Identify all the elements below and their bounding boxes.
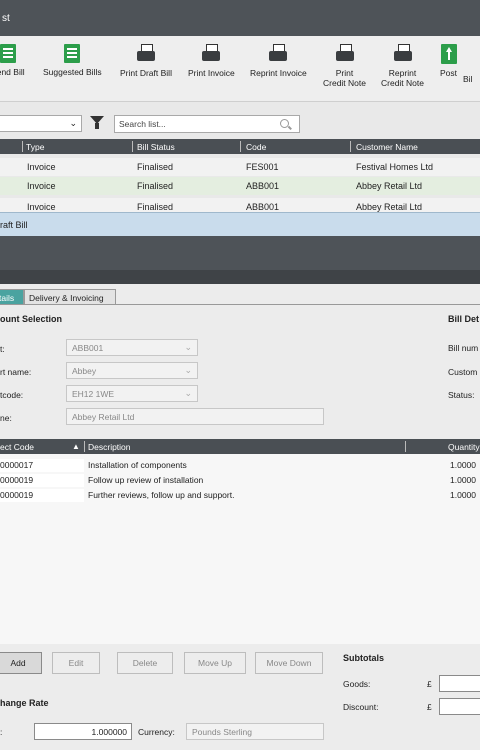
column-quantity[interactable]: Quantity xyxy=(448,442,480,452)
customer-name-field[interactable]: Abbey Retail Ltd xyxy=(66,408,324,425)
table-row[interactable]: Invoice Finalised ABB001 Abbey Retail Lt… xyxy=(0,198,480,212)
bill-details-title: Bill Det xyxy=(448,314,480,324)
bill-list-window: st nend Bill Suggested Bills Print Draft… xyxy=(0,0,480,212)
move-up-button[interactable]: Move Up xyxy=(184,652,246,674)
printer-icon xyxy=(335,44,355,64)
amend-bill-icon xyxy=(0,44,17,63)
edit-button[interactable]: Edit xyxy=(52,652,100,674)
filter-bar: ⌄ Search list... xyxy=(0,108,480,136)
amend-bill-button[interactable]: nend Bill xyxy=(0,44,25,77)
short-name-combo[interactable]: Abbey ⌄ xyxy=(66,362,198,379)
print-credit-note-button[interactable]: Print Credit Note xyxy=(323,44,366,88)
customer-label: Custom xyxy=(448,367,478,377)
chevron-down-icon: ⌄ xyxy=(69,118,77,128)
rate-label: : xyxy=(0,727,3,737)
discount-label: Discount: xyxy=(343,702,379,712)
move-down-button[interactable]: Move Down xyxy=(255,652,323,674)
add-button[interactable]: Add xyxy=(0,652,42,674)
post-icon xyxy=(440,44,457,64)
print-draft-bill-button[interactable]: Print Draft Bill xyxy=(120,44,172,78)
currency-label: Currency: xyxy=(138,727,175,737)
column-description[interactable]: Description xyxy=(88,442,131,452)
list-header: Type Bill Status Code Customer Name xyxy=(0,139,480,154)
reprint-credit-note-button[interactable]: Reprint Credit Note xyxy=(381,44,424,88)
account-selection-title: ount Selection xyxy=(0,314,63,324)
goods-total-field[interactable] xyxy=(439,675,480,692)
post-button[interactable]: Post xyxy=(440,44,457,78)
lines-header: ect Code ▲ Description Quantity xyxy=(0,439,480,454)
print-invoice-button[interactable]: Print Invoice xyxy=(188,44,235,78)
column-project-code[interactable]: ect Code xyxy=(0,442,34,452)
bill-button-partial[interactable]: Bil xyxy=(463,74,472,84)
bill-lines-grid: 0000017 Installation of components 1.000… xyxy=(0,454,480,644)
printer-icon xyxy=(136,44,156,64)
draft-bill-window: raft Bill tails Delivery & Invoicing oun… xyxy=(0,212,480,750)
suggested-bills-button[interactable]: Suggested Bills xyxy=(43,44,102,77)
suggested-bills-icon xyxy=(64,44,81,63)
currency-field[interactable]: Pounds Sterling xyxy=(186,723,324,740)
tab-details[interactable]: tails xyxy=(0,289,24,305)
postcode-combo[interactable]: EH12 1WE ⌄ xyxy=(66,385,198,402)
column-customer-name[interactable]: Customer Name xyxy=(356,142,418,152)
currency-symbol: £ xyxy=(427,702,432,712)
bill-number-label: Bill num xyxy=(448,343,479,353)
exchange-rate-title: hange Rate xyxy=(0,698,49,708)
name-label: ne: xyxy=(0,413,12,423)
table-row[interactable]: Invoice Finalised FES001 Festival Homes … xyxy=(0,158,480,176)
printer-icon xyxy=(393,44,413,64)
currency-symbol: £ xyxy=(427,679,432,689)
tab-delivery-invoicing[interactable]: Delivery & Invoicing xyxy=(24,289,116,305)
search-icon[interactable] xyxy=(280,119,289,128)
postcode-label: tcode: xyxy=(0,390,24,400)
subtotals-title: Subtotals xyxy=(343,653,385,663)
filter-icon[interactable] xyxy=(90,116,104,130)
table-row[interactable]: Invoice Finalised ABB001 Abbey Retail Lt… xyxy=(0,177,480,195)
short-name-label: rt name: xyxy=(0,367,32,377)
discount-field[interactable] xyxy=(439,698,480,715)
account-label: t: xyxy=(0,344,5,354)
search-input[interactable]: Search list... xyxy=(114,115,300,133)
reprint-invoice-button[interactable]: Reprint Invoice xyxy=(250,44,307,78)
toolbar: nend Bill Suggested Bills Print Draft Bi… xyxy=(0,36,480,102)
window-title[interactable]: raft Bill xyxy=(0,212,480,236)
exchange-rate-input[interactable]: 1.000000 xyxy=(34,723,132,740)
window-title: st xyxy=(0,0,480,36)
list-item[interactable]: 0000017 Installation of components 1.000… xyxy=(0,459,480,472)
status-label: Status: xyxy=(448,390,475,400)
printer-icon xyxy=(268,44,288,64)
column-bill-status[interactable]: Bill Status xyxy=(137,142,175,152)
sort-ascending-icon[interactable]: ▲ xyxy=(72,442,80,451)
chevron-down-icon: ⌄ xyxy=(184,342,192,352)
printer-icon xyxy=(201,44,221,64)
list-item[interactable]: 0000019 Follow up review of installation… xyxy=(0,474,480,487)
goods-label: Goods: xyxy=(343,679,371,689)
delete-button[interactable]: Delete xyxy=(117,652,173,674)
window-header xyxy=(0,236,480,270)
chevron-down-icon: ⌄ xyxy=(184,388,192,398)
tab-divider xyxy=(0,304,480,305)
account-combo[interactable]: ABB001 ⌄ xyxy=(66,339,198,356)
column-code[interactable]: Code xyxy=(246,142,266,152)
column-type[interactable]: Type xyxy=(26,142,44,152)
header-strip xyxy=(0,270,480,284)
list-view-select[interactable]: ⌄ xyxy=(0,115,82,132)
chevron-down-icon: ⌄ xyxy=(184,365,192,375)
list-item[interactable]: 0000019 Further reviews, follow up and s… xyxy=(0,489,480,502)
